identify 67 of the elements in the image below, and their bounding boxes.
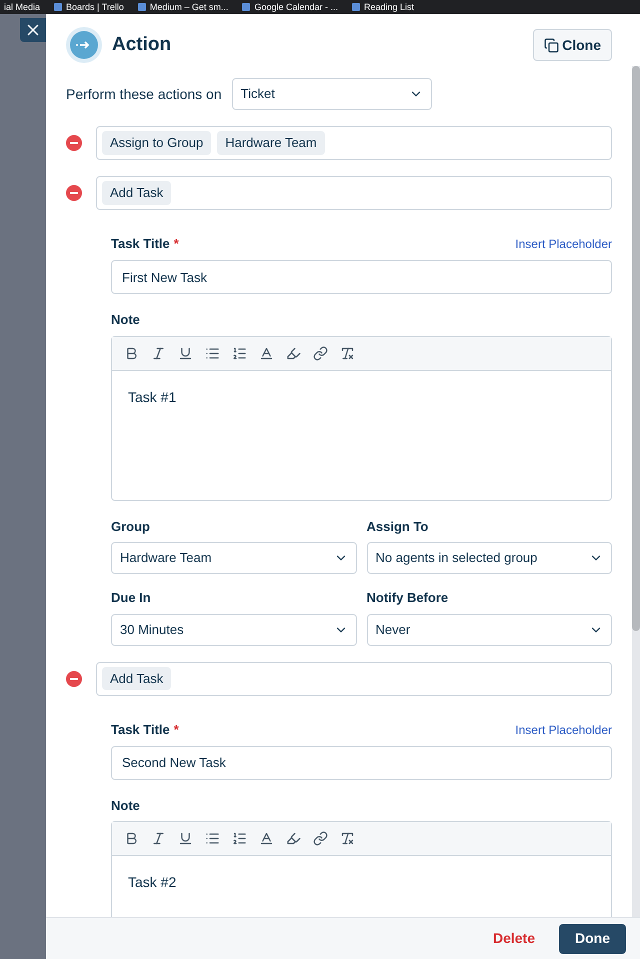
dropdown[interactable]: No agents in selected group <box>366 542 612 574</box>
remove-button[interactable] <box>66 185 82 201</box>
underline-icon[interactable] <box>178 346 193 360</box>
scrollbar-thumb[interactable] <box>632 66 640 631</box>
close-button[interactable] <box>20 18 46 42</box>
tag: Assign to Group <box>102 131 212 155</box>
clone-button[interactable]: Clone <box>533 29 612 61</box>
insert-placeholder-link[interactable]: Insert Placeholder <box>515 235 612 253</box>
bold-icon[interactable] <box>124 346 139 360</box>
panel-title: Action <box>112 32 172 57</box>
field-label: Due In <box>111 589 152 607</box>
link-icon[interactable] <box>313 346 328 360</box>
bookmark[interactable]: ial Media <box>4 2 40 12</box>
text-color-icon[interactable] <box>259 346 274 360</box>
clear-format-icon[interactable] <box>340 831 355 846</box>
bookmark[interactable]: Google Calendar - ... <box>242 2 338 12</box>
highlighter-icon[interactable] <box>286 346 301 360</box>
bulleted-list-icon[interactable] <box>205 346 220 360</box>
remove-button[interactable] <box>66 135 82 151</box>
field-label: Task Title * <box>111 720 179 739</box>
task-title-input[interactable]: Second New Task <box>111 746 612 780</box>
field-label: Notify Before <box>366 589 450 607</box>
bookmark[interactable]: Medium – Get sm... <box>138 2 228 12</box>
italic-icon[interactable] <box>151 346 166 360</box>
field-label: Note <box>111 311 141 329</box>
underline-icon[interactable] <box>178 831 193 846</box>
tag: Hardware Team <box>217 131 325 155</box>
task-title-input[interactable]: First New Task <box>111 260 612 294</box>
bold-icon[interactable] <box>124 831 139 846</box>
favicon-icon <box>352 3 360 11</box>
action-field[interactable]: Add Task <box>96 176 612 210</box>
note-text: Task #1 <box>127 388 178 406</box>
dropdown[interactable]: 30 Minutes <box>111 614 356 646</box>
highlighter-icon[interactable] <box>286 831 301 846</box>
dropdown[interactable]: Hardware Team <box>111 542 356 574</box>
copy-icon <box>544 38 560 52</box>
note-editor[interactable]: Task #2 <box>111 821 612 917</box>
favicon-icon <box>242 3 250 11</box>
delete-button[interactable]: Delete <box>492 928 535 949</box>
note-editor[interactable]: Task #1 <box>111 336 612 500</box>
italic-icon[interactable] <box>151 831 166 846</box>
bookmark[interactable]: Reading List <box>352 2 414 12</box>
numbered-list-icon[interactable] <box>232 346 247 360</box>
favicon-icon <box>54 3 62 11</box>
note-text: Task #2 <box>127 873 178 892</box>
bookmark[interactable]: Boards | Trello <box>54 2 124 12</box>
dropdown[interactable]: Never <box>366 614 612 646</box>
insert-placeholder-link[interactable]: Insert Placeholder <box>515 720 612 738</box>
bulleted-list-icon[interactable] <box>205 831 220 846</box>
done-button[interactable]: Done <box>559 924 626 954</box>
action-field[interactable]: Assign to Group Hardware Team <box>96 126 612 160</box>
remove-button[interactable] <box>66 670 82 686</box>
link-icon[interactable] <box>313 831 328 846</box>
field-label: Assign To <box>366 518 430 536</box>
target-label: Perform these actions on <box>66 84 222 104</box>
tag: Add Task <box>102 666 172 690</box>
field-label: Note <box>111 796 141 814</box>
action-field[interactable]: Add Task <box>96 662 612 696</box>
tag: Add Task <box>102 181 172 205</box>
target-dropdown[interactable]: Ticket <box>232 78 432 110</box>
favicon-icon <box>138 3 146 11</box>
numbered-list-icon[interactable] <box>232 831 247 846</box>
text-color-icon[interactable] <box>259 831 274 846</box>
arrow-circle-icon <box>66 27 102 63</box>
clear-format-icon[interactable] <box>340 346 355 360</box>
field-label: Group <box>111 518 151 536</box>
field-label: Task Title * <box>111 235 179 254</box>
